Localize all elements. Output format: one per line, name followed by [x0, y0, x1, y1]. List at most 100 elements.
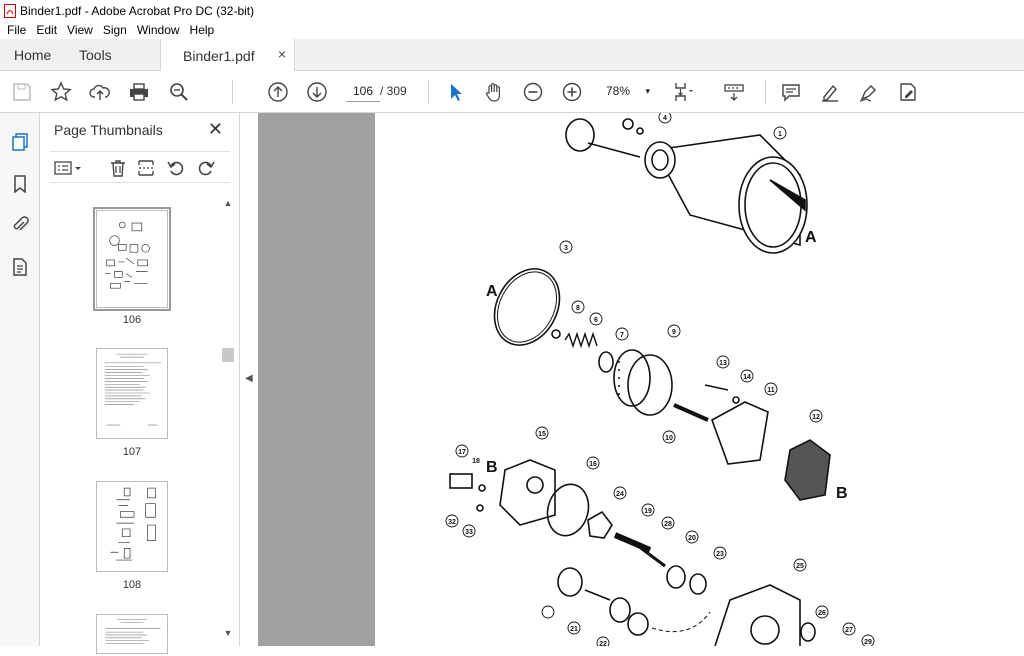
part-o-ring-23 — [689, 573, 707, 595]
callout-17: 17 — [458, 449, 466, 456]
letter-b-plate: B — [836, 485, 848, 502]
callout-15: 15 — [538, 431, 546, 438]
part-gear-top — [565, 118, 595, 152]
thumbnail-tools — [50, 151, 230, 183]
zoom-in-icon[interactable] — [560, 80, 584, 104]
star-icon[interactable] — [49, 80, 73, 104]
menu-sign[interactable]: Sign — [98, 23, 132, 37]
callout-29: 29 — [864, 639, 872, 646]
callout-3: 3 — [564, 245, 568, 252]
tab-home[interactable]: Home — [14, 39, 51, 71]
thumbnail-page-108[interactable] — [96, 481, 168, 572]
close-icon[interactable]: ✕ — [208, 119, 223, 140]
hand-tool-icon[interactable] — [482, 80, 506, 104]
print-icon[interactable] — [127, 80, 151, 104]
page-total: / 309 — [380, 84, 407, 98]
title-bar: Binder1.pdf - Adobe Acrobat Pro DC (32-b… — [0, 0, 1024, 21]
tab-document-label: Binder1.pdf — [183, 47, 255, 64]
callout-4: 4 — [663, 115, 667, 122]
pdf-page: 1 3 4 6 7 8 9 10 11 12 13 14 15 16 17 18… — [375, 113, 1024, 646]
part-fitting-17 — [449, 473, 473, 489]
callout-23: 23 — [716, 551, 724, 558]
callout-1: 1 — [778, 131, 782, 138]
draw-sign-icon[interactable] — [857, 80, 881, 104]
thumbnail-page-109[interactable] — [96, 614, 168, 654]
tab-tools[interactable]: Tools — [79, 39, 112, 71]
letter-a-top: A — [805, 229, 817, 246]
page-number-input[interactable]: 106 — [346, 80, 380, 102]
thumbnail-page-107[interactable] — [96, 348, 168, 439]
scroll-up-icon[interactable]: ▲ — [221, 198, 235, 212]
options-menu-icon[interactable] — [52, 157, 86, 179]
comment-icon[interactable] — [779, 80, 803, 104]
menu-bar: File Edit View Sign Window Help — [0, 21, 1024, 39]
chevron-down-icon: ▾ — [645, 86, 650, 96]
zoom-search-icon[interactable] — [167, 80, 191, 104]
part-bearing-20 — [666, 565, 686, 589]
callout-25: 25 — [796, 563, 804, 570]
part-o-ring-3 — [493, 268, 561, 346]
toolbar-separator — [428, 80, 429, 104]
part-spring-6 — [564, 331, 598, 349]
collapse-arrow-icon: ◀ — [245, 373, 253, 384]
thumbnail-page-106[interactable] — [93, 207, 171, 311]
part-shaft-10 — [673, 403, 709, 422]
callout-21: 21 — [570, 626, 578, 633]
page-thumbnails-icon[interactable] — [8, 130, 32, 154]
part-housing-25 — [714, 584, 801, 646]
zoom-out-icon[interactable] — [521, 80, 545, 104]
toolbar-separator — [765, 80, 766, 104]
bookmark-icon[interactable] — [8, 172, 32, 196]
callout-14: 14 — [743, 374, 751, 381]
part-nut — [622, 118, 634, 130]
extract-pages-icon[interactable] — [134, 157, 158, 179]
scroll-mode-icon[interactable] — [722, 80, 746, 104]
rotate-left-icon[interactable] — [164, 157, 188, 179]
panel-title: Page Thumbnails — [54, 122, 163, 138]
attachment-icon[interactable] — [8, 213, 32, 237]
callout-20: 20 — [688, 535, 696, 542]
upload-cloud-icon[interactable] — [88, 80, 112, 104]
delete-icon[interactable] — [106, 157, 130, 179]
zoom-value: 78% — [606, 84, 631, 98]
tab-bar: Home Tools Binder1.pdf × — [0, 39, 1024, 72]
menu-file[interactable]: File — [2, 23, 31, 37]
exploded-parts-diagram: 1 3 4 6 7 8 9 10 11 12 13 14 15 16 17 18… — [445, 113, 875, 646]
scroll-down-icon[interactable]: ▼ — [221, 628, 235, 642]
callout-9: 9 — [672, 329, 676, 336]
callout-8: 8 — [576, 305, 580, 312]
thumbnail-scrollbar[interactable]: ▲ ▼ — [221, 196, 235, 646]
callout-12: 12 — [812, 414, 820, 421]
callout-6: 6 — [594, 317, 598, 324]
document-properties-icon[interactable] — [8, 255, 32, 279]
toolbar-separator — [232, 80, 233, 104]
menu-view[interactable]: View — [62, 23, 98, 37]
thumbnail-label: 107 — [122, 446, 142, 458]
menu-edit[interactable]: Edit — [31, 23, 62, 37]
panel-collapse-handle[interactable]: ◀ — [240, 113, 258, 646]
highlight-pen-icon[interactable] — [818, 80, 842, 104]
callout-19: 19 — [644, 508, 652, 515]
letter-a-ring: A — [486, 283, 498, 300]
callout-26: 26 — [818, 610, 826, 617]
callout-10: 10 — [665, 435, 673, 442]
select-cursor-icon[interactable] — [443, 80, 467, 104]
menu-help[interactable]: Help — [185, 23, 220, 37]
callout-28: 28 — [664, 521, 672, 528]
callout-22: 22 — [599, 641, 607, 646]
fit-page-icon[interactable] — [671, 80, 695, 104]
scrollbar-thumb[interactable] — [222, 348, 234, 362]
save-icon[interactable] — [10, 80, 34, 104]
thumbnail-drawing — [110, 487, 156, 561]
zoom-select[interactable]: 78% ▾ — [598, 80, 654, 102]
part-housing-11 — [711, 401, 769, 465]
fill-sign-icon[interactable] — [896, 80, 920, 104]
callout-32: 32 — [448, 519, 456, 526]
rotate-right-icon[interactable] — [194, 157, 218, 179]
tab-document[interactable]: Binder1.pdf × — [160, 39, 295, 72]
previous-page-icon[interactable] — [266, 80, 290, 104]
tab-close-icon[interactable]: × — [278, 46, 286, 62]
menu-window[interactable]: Window — [132, 23, 185, 37]
window-title: Binder1.pdf - Adobe Acrobat Pro DC (32-b… — [20, 3, 255, 18]
next-page-icon[interactable] — [305, 80, 329, 104]
